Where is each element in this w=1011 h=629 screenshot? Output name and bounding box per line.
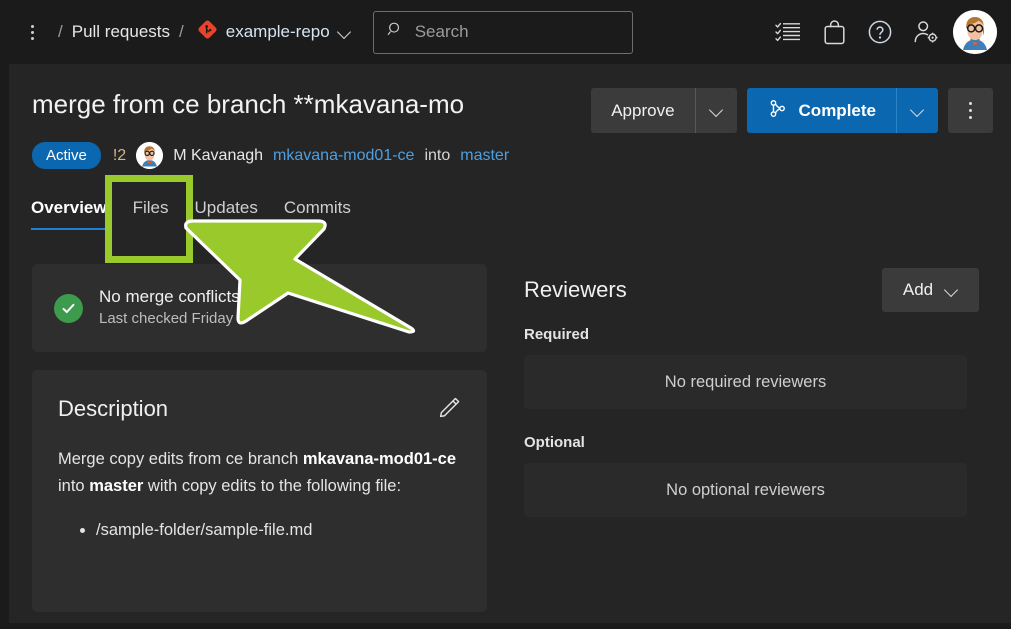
global-more-options-button[interactable] [15, 12, 49, 52]
pencil-edit-icon[interactable] [438, 396, 461, 424]
marketplace-bag-icon[interactable] [811, 9, 857, 55]
tab-files[interactable]: Files [133, 198, 169, 230]
target-branch-link[interactable]: master [460, 147, 509, 165]
list-item: /sample-folder/sample-file.md [96, 517, 461, 543]
repo-name: example-repo [225, 22, 330, 41]
user-settings-icon[interactable] [903, 9, 949, 55]
search-icon [386, 20, 405, 44]
description-card: Description Merge copy edits from ce bra… [32, 370, 487, 612]
required-reviewers-empty: No required reviewers [524, 355, 967, 409]
description-bold-target-branch: master [89, 476, 144, 495]
task-list-icon[interactable] [765, 9, 811, 55]
merge-branch-icon [767, 98, 788, 124]
description-title: Description [58, 396, 169, 421]
pr-id: !2 [112, 146, 127, 164]
description-text-1: Merge copy edits from ce branch [58, 450, 303, 468]
avatar[interactable] [953, 10, 997, 54]
repo-selector[interactable]: example-repo [193, 15, 355, 49]
pr-author-name: M Kavanagh [173, 146, 264, 164]
merge-status-text: No merge conflicts Last checked Friday [99, 286, 240, 329]
author-avatar [136, 142, 164, 169]
check-circle-icon [54, 293, 83, 323]
optional-reviewers-label: Optional [524, 434, 585, 451]
approve-dropdown-button[interactable] [694, 88, 737, 133]
description-text-3: with copy edits to the following file: [143, 476, 402, 495]
merge-status-subline: Last checked Friday [99, 310, 234, 328]
complete-button[interactable]: Complete [746, 88, 896, 133]
left-rail [0, 0, 9, 629]
pr-action-buttons: Approve Complete [591, 88, 993, 133]
search-input[interactable]: Search [372, 10, 633, 54]
reviewers-header: Reviewers Add [524, 268, 979, 312]
breadcrumb-separator-1: / [58, 22, 63, 41]
chevron-down-icon [338, 26, 351, 39]
merge-status-headline: No merge conflicts [99, 287, 240, 307]
merge-status-card: No merge conflicts Last checked Friday [32, 264, 487, 352]
complete-dropdown-button[interactable] [896, 88, 938, 133]
reviewers-title: Reviewers [524, 277, 627, 302]
source-branch-link[interactable]: mkavana-mod01-ce [273, 147, 414, 165]
pr-meta-row: Active !2 M Kavanagh mkavana-mod01-ce in… [32, 142, 509, 169]
git-repo-icon [197, 19, 218, 45]
tab-commits[interactable]: Commits [284, 198, 351, 230]
pr-title-row: merge from ce branch **mkavana-mo Approv… [32, 88, 993, 133]
pr-more-actions-button[interactable] [948, 88, 993, 133]
description-header: Description [58, 396, 461, 424]
description-file-list: /sample-folder/sample-file.md [96, 517, 461, 543]
chevron-down-icon [710, 104, 723, 117]
pull-request-page: / Pull requests / example-repo Search me… [0, 0, 1011, 629]
top-header-bar: / Pull requests / example-repo Search [9, 0, 1011, 64]
chevron-down-icon [945, 284, 958, 297]
tab-overview[interactable]: Overview [31, 198, 107, 230]
pr-tab-bar: Overview Files Updates Commits [31, 198, 351, 230]
bottom-rail [0, 623, 1011, 629]
help-circle-icon[interactable] [857, 9, 903, 55]
into-label: into [424, 146, 451, 164]
breadcrumb-separator-2: / [179, 22, 184, 41]
search-placeholder: Search [414, 22, 469, 41]
description-body: Merge copy edits from ce branch mkavana-… [58, 446, 461, 499]
approve-split-button: Approve [591, 88, 737, 133]
breadcrumb-pull-requests[interactable]: Pull requests [72, 22, 170, 42]
required-reviewers-label: Required [524, 326, 590, 343]
description-bold-source-branch: mkavana-mod01-ce [302, 450, 457, 468]
page-title: merge from ce branch **mkavana-mo [32, 89, 465, 119]
add-reviewer-label: Add [902, 280, 934, 299]
tab-updates[interactable]: Updates [195, 198, 258, 230]
optional-reviewers-empty: No optional reviewers [524, 463, 967, 517]
chevron-down-icon [911, 104, 924, 117]
complete-split-button: Complete [746, 88, 938, 133]
add-reviewer-button[interactable]: Add [882, 268, 979, 312]
complete-button-label: Complete [798, 100, 876, 120]
status-badge[interactable]: Active [32, 142, 101, 169]
description-text-2: into [58, 476, 90, 495]
approve-button[interactable]: Approve [591, 88, 695, 133]
